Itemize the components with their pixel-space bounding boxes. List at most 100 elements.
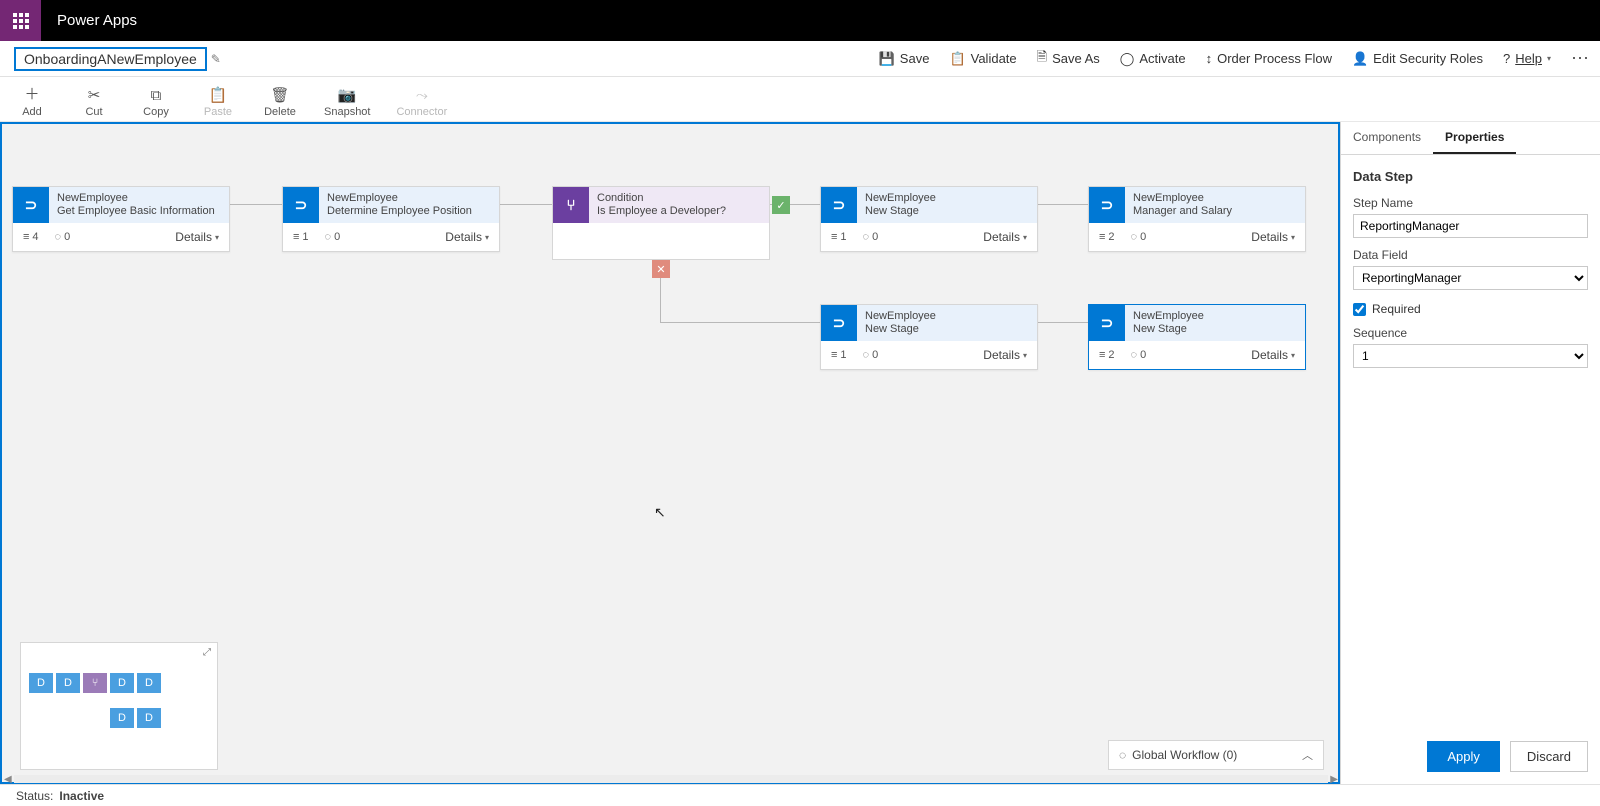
node-entity: NewEmployee xyxy=(865,192,1029,205)
connector-button[interactable]: ⤳Connector xyxy=(396,87,447,118)
chevron-down-icon: ▾ xyxy=(485,233,489,242)
toolbar: ＋Add ✂Cut ⧉Copy 📋Paste 🗑Delete 📷Snapshot… xyxy=(0,77,1600,122)
workflow-icon: ◌ xyxy=(1119,748,1126,762)
help-button[interactable]: ?Help▾ xyxy=(1503,51,1551,66)
order-process-button[interactable]: ↕Order Process Flow xyxy=(1206,51,1332,66)
node-name: Determine Employee Position xyxy=(327,205,491,218)
delete-icon: 🗑 xyxy=(270,86,289,104)
chevron-down-icon: ▾ xyxy=(1023,233,1027,242)
tab-properties[interactable]: Properties xyxy=(1433,122,1516,154)
discard-button[interactable]: Discard xyxy=(1510,741,1588,772)
connector-icon: ⤳ xyxy=(416,87,428,104)
chevron-down-icon: ▾ xyxy=(1291,351,1295,360)
activate-button[interactable]: ◯Activate xyxy=(1120,51,1186,67)
apply-button[interactable]: Apply xyxy=(1427,741,1500,772)
node-entity: NewEmployee xyxy=(1133,192,1297,205)
snapshot-button[interactable]: 📷Snapshot xyxy=(324,86,370,118)
step-count: ≡ 4 xyxy=(23,231,39,243)
status-bar: Status: Inactive xyxy=(0,784,1600,806)
data-field-select[interactable]: ReportingManager xyxy=(1353,266,1588,290)
required-checkbox[interactable] xyxy=(1353,303,1366,316)
step-count: ≡ 2 xyxy=(1099,349,1115,361)
minimap-node: D xyxy=(137,673,161,693)
cut-icon: ✂ xyxy=(88,86,101,104)
stage-icon: ⊃ xyxy=(821,187,857,223)
global-workflow-bar[interactable]: ◌ Global Workflow (0) ︿ xyxy=(1108,740,1324,770)
step-name-input[interactable] xyxy=(1353,214,1588,238)
suite-title: Power Apps xyxy=(41,12,153,29)
data-field-label: Data Field xyxy=(1353,248,1588,262)
node-entity: NewEmployee xyxy=(327,192,491,205)
minimap-expand-icon[interactable]: ⤢ xyxy=(203,647,211,658)
edit-name-icon[interactable]: ✎ xyxy=(211,52,221,66)
trigger-count: ◌ 0 xyxy=(1131,231,1147,243)
app-launcher[interactable] xyxy=(0,0,41,41)
minimap-node: D xyxy=(56,673,80,693)
waffle-icon xyxy=(13,13,29,29)
horizontal-scroll[interactable]: ◀▶ xyxy=(4,773,1338,785)
tab-components[interactable]: Components xyxy=(1341,122,1433,154)
step-name-label: Step Name xyxy=(1353,196,1588,210)
stage-node[interactable]: ⊃ NewEmployee New Stage ≡ 1 ◌ 0 Details … xyxy=(820,186,1038,252)
details-button[interactable]: Details ▾ xyxy=(445,230,489,244)
activate-icon: ◯ xyxy=(1120,51,1135,67)
minimap-node: D xyxy=(137,708,161,728)
chevron-down-icon: ▾ xyxy=(1023,351,1027,360)
condition-node[interactable]: ⑂ Condition Is Employee a Developer? xyxy=(552,186,770,260)
edit-security-button[interactable]: 👤Edit Security Roles xyxy=(1352,51,1483,67)
chevron-down-icon: ▾ xyxy=(1547,54,1551,63)
details-button[interactable]: Details ▾ xyxy=(175,230,219,244)
delete-button[interactable]: 🗑Delete xyxy=(262,86,298,118)
properties-panel: Components Properties Data Step Step Nam… xyxy=(1340,122,1600,784)
node-name: New Stage xyxy=(865,323,1029,336)
chevron-up-icon[interactable]: ︿ xyxy=(1302,747,1313,763)
details-button[interactable]: Details ▾ xyxy=(983,230,1027,244)
node-entity: NewEmployee xyxy=(865,310,1029,323)
details-button[interactable]: Details ▾ xyxy=(1251,230,1295,244)
cut-button[interactable]: ✂Cut xyxy=(76,86,112,118)
minimap[interactable]: ⤢ D D ⑂ D D D D xyxy=(20,642,218,770)
main-area: 🔍 🔍 ⛶ ⊃ NewEmployee Get Employee Basic I… xyxy=(0,122,1600,784)
details-button[interactable]: Details ▾ xyxy=(1251,348,1295,362)
stage-node[interactable]: ⊃ NewEmployee Get Employee Basic Informa… xyxy=(12,186,230,252)
details-button[interactable]: Details ▾ xyxy=(983,348,1027,362)
node-name: New Stage xyxy=(1133,323,1297,336)
add-button[interactable]: ＋Add xyxy=(14,83,50,118)
yes-branch-icon: ✓ xyxy=(772,196,790,214)
stage-node[interactable]: ⊃ NewEmployee Manager and Salary ≡ 2 ◌ 0… xyxy=(1088,186,1306,252)
save-as-button[interactable]: 🗎Save As xyxy=(1037,48,1100,70)
step-count: ≡ 2 xyxy=(1099,231,1115,243)
copy-button[interactable]: ⧉Copy xyxy=(138,87,174,118)
save-as-icon: 🗎 xyxy=(1037,48,1047,70)
save-icon: 💾 xyxy=(879,51,895,67)
step-count: ≡ 1 xyxy=(293,231,309,243)
node-name: New Stage xyxy=(865,205,1029,218)
designer-canvas[interactable]: ⊃ NewEmployee Get Employee Basic Informa… xyxy=(2,124,1338,782)
connector-line xyxy=(660,322,820,323)
step-count: ≡ 1 xyxy=(831,349,847,361)
workflow-label: Global Workflow (0) xyxy=(1132,748,1237,762)
stage-icon: ⊃ xyxy=(1089,305,1125,341)
stage-node[interactable]: ⊃ NewEmployee Determine Employee Positio… xyxy=(282,186,500,252)
minimap-node: D xyxy=(29,673,53,693)
stage-node[interactable]: ⊃ NewEmployee New Stage ≡ 1 ◌ 0 Details … xyxy=(820,304,1038,370)
node-entity: NewEmployee xyxy=(57,192,221,205)
process-name-input[interactable]: OnboardingANewEmployee xyxy=(14,47,207,71)
cursor-icon: ↖ xyxy=(654,504,666,521)
chevron-down-icon: ▾ xyxy=(215,233,219,242)
validate-button[interactable]: 📋Validate xyxy=(949,51,1016,67)
required-label: Required xyxy=(1372,302,1421,316)
sequence-select[interactable]: 1 xyxy=(1353,344,1588,368)
stage-icon: ⊃ xyxy=(13,187,49,223)
status-label: Status: xyxy=(16,789,53,803)
stage-icon: ⊃ xyxy=(283,187,319,223)
stage-node-selected[interactable]: ⊃ NewEmployee New Stage ≡ 2 ◌ 0 Details … xyxy=(1088,304,1306,370)
connector-line xyxy=(230,204,282,205)
more-commands-button[interactable]: ⋯ xyxy=(1571,48,1590,69)
trigger-count: ◌ 0 xyxy=(55,231,71,243)
plus-icon: ＋ xyxy=(24,83,39,104)
save-button[interactable]: 💾Save xyxy=(879,51,930,67)
paste-button[interactable]: 📋Paste xyxy=(200,86,236,118)
trigger-count: ◌ 0 xyxy=(325,231,341,243)
command-group: 💾Save 📋Validate 🗎Save As ◯Activate ↕Orde… xyxy=(879,48,1590,70)
